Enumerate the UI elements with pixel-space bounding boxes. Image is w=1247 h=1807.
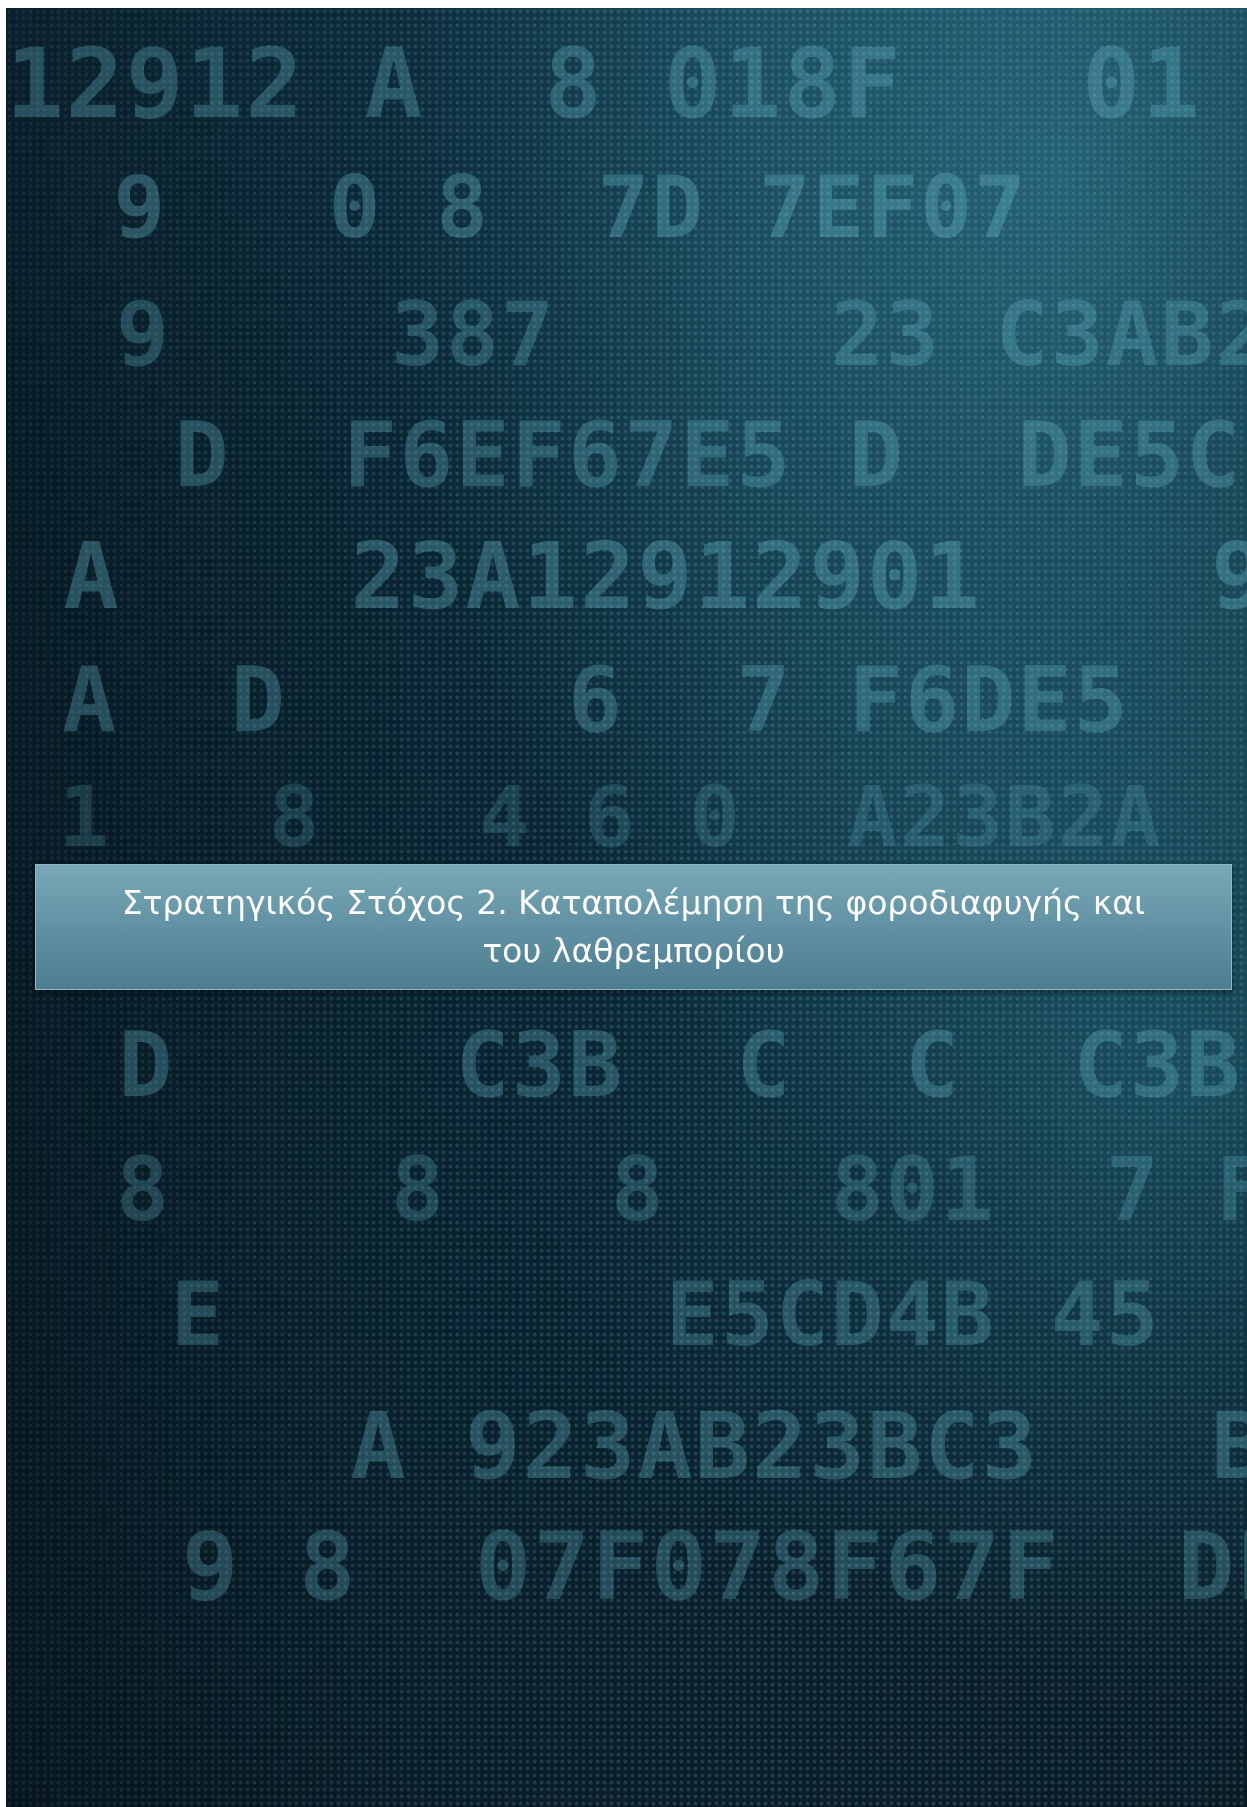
background-code-row: 12912 A 8 018F 01 F F078F6 — [6, 28, 1202, 140]
document-page: 12912 A 8 018F 01 F F078F6 9 0 8 7D 7EF0… — [0, 0, 1247, 1807]
background-code-row: 1 8 4 6 0 A23B2A C 6 E — [58, 768, 1163, 866]
background-code-row: 8 8 8 801 7 F08F F 0 — [115, 1138, 1247, 1241]
background-code-row: 9 0 8 7D 7EF07 E 8F6 — [113, 158, 1247, 258]
background-code-row: A 923AB23BC3 B B 3 — [350, 1393, 1247, 1500]
cover-image: 12912 A 8 018F 01 F F078F6 9 0 8 7D 7EF0… — [6, 8, 1247, 1807]
strategic-goal-title: Στρατηγικός Στόχος 2. Καταπολέμηση της φ… — [121, 883, 1146, 970]
background-code-row: D C3B C C C3BC 4 23 — [118, 1013, 1247, 1118]
background-code-row: 9 387 23 C3AB2A 9 8 — [115, 283, 1247, 386]
background-code-row: A D 6 7 F6DE5 D4 CD — [62, 648, 1130, 753]
title-banner: Στρατηγικός Στόχος 2. Καταπολέμηση της φ… — [35, 864, 1232, 990]
background-code-row: D F6EF67E5 D DE5CD5 4 CD4 — [174, 403, 1247, 508]
background-code-row: E E5CD4B 45 3 BC4 — [170, 1263, 1161, 1366]
background-code-row: 9 8 07F078F67F DE6 EF6D — [181, 1513, 1247, 1622]
background-code-row: A 23A12912901 9018F — [63, 523, 1247, 630]
